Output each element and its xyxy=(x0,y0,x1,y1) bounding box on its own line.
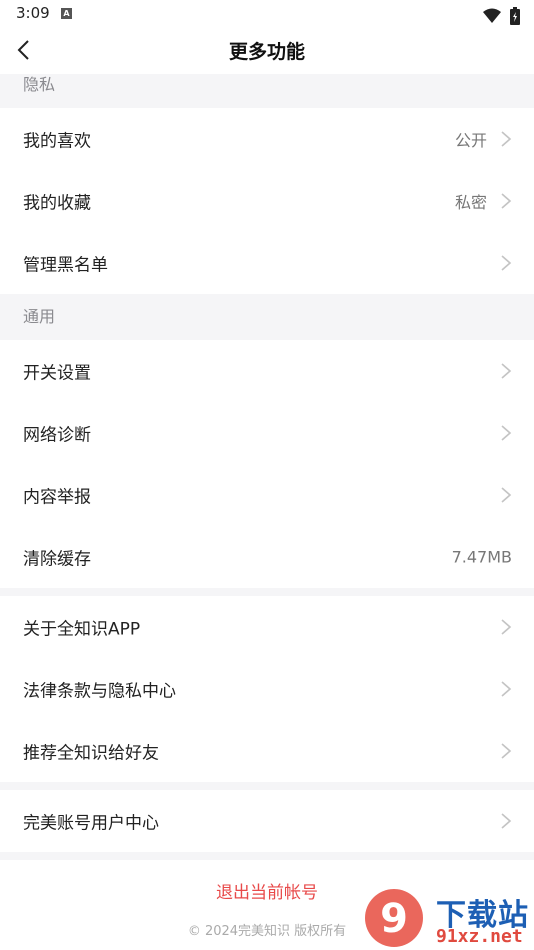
row-recommend-friends[interactable]: 推荐全知识给好友 xyxy=(0,720,534,782)
chevron-right-icon xyxy=(501,363,512,379)
status-time: 3:09 xyxy=(16,4,50,22)
row-label: 开关设置 xyxy=(23,363,91,384)
row-label: 完美账号用户中心 xyxy=(23,813,159,834)
chevron-right-icon xyxy=(501,193,512,209)
row-value: 公开 xyxy=(454,131,487,150)
row-my-likes[interactable]: 我的喜欢 公开 xyxy=(0,108,534,170)
chevron-right-icon xyxy=(501,743,512,759)
row-label: 我的收藏 xyxy=(23,193,91,214)
row-legal-privacy[interactable]: 法律条款与隐私中心 xyxy=(0,658,534,720)
logo-numeral: 9 xyxy=(380,896,408,942)
row-label: 内容举报 xyxy=(23,487,91,508)
page-title: 更多功能 xyxy=(228,41,305,63)
chevron-right-icon xyxy=(501,425,512,441)
row-label: 我的喜欢 xyxy=(23,131,91,152)
battery-icon xyxy=(510,6,520,25)
chevron-right-icon xyxy=(501,255,512,271)
watermark-url: 91xz.net xyxy=(436,926,523,947)
watermark-logo: 9 下载站 91xz.net xyxy=(360,886,534,950)
nav-bar: 更多功能 xyxy=(0,28,534,74)
cache-size-value: 7.47MB xyxy=(451,547,512,567)
chevron-right-icon xyxy=(501,619,512,635)
status-icons xyxy=(482,5,520,25)
row-label: 关于全知识APP xyxy=(23,619,141,640)
row-switch-settings[interactable]: 开关设置 xyxy=(0,340,534,402)
row-value: 私密 xyxy=(454,193,487,212)
row-label: 法律条款与隐私中心 xyxy=(23,681,176,702)
wifi-icon xyxy=(482,8,501,23)
section-header-privacy: 隐私 xyxy=(0,74,534,108)
row-my-favorites[interactable]: 我的收藏 私密 xyxy=(0,170,534,232)
section-header-general: 通用 xyxy=(0,294,534,340)
site-logo-icon: 9 xyxy=(365,889,423,947)
status-bar: 3:09 A xyxy=(0,0,534,28)
row-account-center[interactable]: 完美账号用户中心 xyxy=(0,790,534,852)
row-label: 推荐全知识给好友 xyxy=(23,743,159,764)
chevron-right-icon xyxy=(501,681,512,697)
row-about-app[interactable]: 关于全知识APP xyxy=(0,596,534,658)
chevron-right-icon xyxy=(501,131,512,147)
chevron-right-icon xyxy=(501,813,512,829)
section-header-label: 隐私 xyxy=(23,75,56,94)
row-manage-blacklist[interactable]: 管理黑名单 xyxy=(0,232,534,294)
row-label: 网络诊断 xyxy=(23,425,91,446)
section-header-label: 通用 xyxy=(23,307,56,326)
notification-icon: A xyxy=(61,8,72,19)
row-content-report[interactable]: 内容举报 xyxy=(0,464,534,526)
chevron-right-icon xyxy=(501,487,512,503)
row-network-diagnosis[interactable]: 网络诊断 xyxy=(0,402,534,464)
row-label: 清除缓存 xyxy=(23,549,91,570)
row-clear-cache[interactable]: 清除缓存 7.47MB xyxy=(0,526,534,588)
row-label: 管理黑名单 xyxy=(23,255,108,276)
